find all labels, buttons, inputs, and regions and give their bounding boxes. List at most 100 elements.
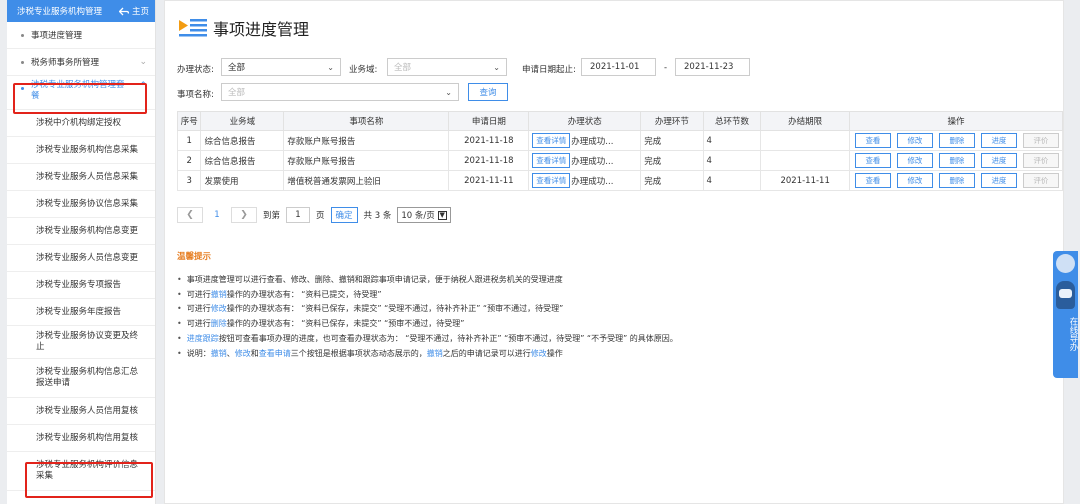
status-select[interactable]: 全部 ⌄ [221,58,341,76]
chevron-left-icon[interactable]: ❮ [177,207,203,223]
edit-button[interactable]: 修改 [896,153,933,168]
column-header: 申请日期 [448,111,530,131]
home-link[interactable]: 主页 [118,5,149,17]
online-guide-widget[interactable]: 在线导办 [1053,251,1078,378]
sidebar-subitem[interactable]: 涉税专业服务机构信息汇总报送申请 [7,359,155,398]
evaluate-button[interactable]: 评价 [1022,153,1059,168]
item-name-select[interactable]: 全部 ⌄ [221,83,459,101]
page-number[interactable]: 1 [209,210,225,220]
tip-line: 可进行撤销操作的办理状态有： “资料已提交，待受理” [177,287,678,302]
domain-select[interactable]: 全部 ⌄ [387,58,507,76]
date-separator: - [664,63,668,73]
cell-deadline [760,130,850,151]
goto-page-input[interactable]: 1 [286,207,311,223]
tip-keyword: 撤销 [210,289,227,299]
sidebar-item-label: 涉税专业服务机构管理套餐 [31,80,125,101]
delete-button[interactable]: 删除 [938,173,975,188]
progress-button[interactable]: 进度 [980,173,1017,188]
sidebar-subitem[interactable]: 涉税专业服务机构评价信息采集 [7,452,155,491]
sidebar-item-package[interactable]: 涉税专业服务机构管理套餐 ⌃ [7,76,155,110]
cell-status: 查看详情 办理成功... [528,130,642,151]
sidebar-subitem[interactable]: 涉税专业服务协议变更及终止 [7,326,155,359]
sidebar-item-progress[interactable]: 事项进度管理 [7,22,155,49]
tip-keyword: 修改 [530,348,547,358]
robot-face-icon [1059,289,1072,298]
tip-text: 操作的办理状态有： “资料已保存，未提交” “预审不通过，待受理” [226,319,465,329]
bullet-icon [21,87,24,90]
tip-text: 操作 [546,348,563,358]
tips-list: 事项进度管理可以进行查看、修改、删除、撤销和跟踪事项申请记录，便于纳税人跟进税务… [177,272,678,361]
sidebar-subitem[interactable]: 涉税专业服务年度报告 [7,299,155,326]
cell-name: 存款账户账号报告 [283,150,450,171]
column-header: 办理状态 [528,111,642,131]
sidebar-header-title: 涉税专业服务机构管理 [17,7,103,17]
tip-keyword: 进度跟踪 [186,334,219,344]
tip-keyword: 修改 [210,304,227,314]
sidebar-subitem[interactable]: 涉税专业服务机构信息变更 [7,218,155,245]
column-header: 业务域 [200,111,285,131]
confirm-button[interactable]: 确定 [330,207,358,223]
column-header: 操作 [848,111,1064,131]
date-range-label: 申请日期起止: [522,65,576,75]
page-title: 事项进度管理 [213,20,310,39]
tip-text: 操作的办理状态有： “资料已保存，未提交” “受理不通过，待补齐补正” “预审不… [226,304,564,314]
sidebar-subitem[interactable]: 涉税专业服务人员信息采集 [7,164,155,191]
status-text: 办理成功... [571,156,614,167]
sidebar-subitem[interactable]: 涉税专业服务机构信用复核 [7,425,155,452]
view-button[interactable]: 查看 [854,173,891,188]
delete-button[interactable]: 删除 [938,133,975,148]
cell-ops: 查看 修改 删除 进度 评价 [848,130,1064,151]
page-size-select[interactable]: 10 条/页 ▼ [397,207,451,223]
sidebar-subitem[interactable]: 涉税专业服务机构信息采集 [7,137,155,164]
date-to-input[interactable]: 2021-11-23 [675,58,750,76]
sidebar-subitem[interactable]: 涉税专业服务专项报告 [7,272,155,299]
edit-button[interactable]: 修改 [896,133,933,148]
sidebar-subitem[interactable]: 涉税专业服务人员信用复核 [7,398,155,425]
records-table: 序号 业务域 事项名称 申请日期 办理状态 办理环节 总环节数 办结期限 操作 … [176,111,1064,191]
tip-line: 说明：撤销、修改和查看申请三个按钮是根据事项状态动态展示的，撤销之后的申请记录可… [177,346,678,361]
cell-no: 1 [176,130,202,151]
item-name-label: 事项名称: [177,90,214,100]
status-text: 办理成功... [571,176,614,187]
progress-button[interactable]: 进度 [980,153,1017,168]
tip-text: 操作的办理状态有： “资料已提交，待受理” [226,289,382,299]
chevron-up-icon: ⌃ [139,81,147,91]
title-row: 事项进度管理 [177,15,309,41]
view-detail-button[interactable]: 查看详情 [532,173,571,188]
cell-date: 2021-11-18 [448,150,530,171]
tips-title: 温馨提示 [177,252,212,262]
tip-text: 可进行 [186,289,211,299]
goto-label: 到第 [263,211,281,221]
cell-status: 查看详情 办理成功... [528,150,642,171]
sidebar-subitem[interactable]: 涉税专业服务协议信息采集 [7,191,155,218]
query-button[interactable]: 查询 [468,83,508,101]
view-button[interactable]: 查看 [854,153,891,168]
column-header: 办结期限 [760,111,850,131]
cell-domain: 发票使用 [200,170,285,191]
view-detail-button[interactable]: 查看详情 [532,153,571,168]
delete-button[interactable]: 删除 [938,153,975,168]
cell-total: 4 [702,170,762,191]
tip-keyword: 查看申请 [258,348,291,358]
evaluate-button[interactable]: 评价 [1022,133,1059,148]
progress-button[interactable]: 进度 [980,133,1017,148]
chevron-down-icon: ⌄ [139,57,147,67]
list-icon [177,15,209,41]
cell-name: 增值税普通发票网上验旧 [283,170,450,191]
chevron-right-icon[interactable]: ❯ [231,207,257,223]
sidebar-subitem[interactable]: 涉税专业服务人员信息变更 [7,245,155,272]
cell-total: 4 [702,150,762,171]
tip-text: 可进行 [186,319,211,329]
cell-ops: 查看 修改 删除 进度 评价 [848,170,1064,191]
view-button[interactable]: 查看 [854,133,891,148]
sidebar-item-label: 事项进度管理 [31,31,83,41]
edit-button[interactable]: 修改 [896,173,933,188]
tip-line: 可进行修改操作的办理状态有： “资料已保存，未提交” “受理不通过，待补齐补正”… [177,302,678,317]
date-from-input[interactable]: 2021-11-01 [581,58,656,76]
sidebar-item-tax-firm[interactable]: 税务师事务所管理 ⌄ [7,49,155,76]
home-back-icon [118,7,129,15]
chevron-down-icon: ▼ [437,210,447,220]
evaluate-button[interactable]: 评价 [1022,173,1059,188]
view-detail-button[interactable]: 查看详情 [532,133,571,148]
sidebar-subitem[interactable]: 涉税中介机构绑定授权 [7,110,155,137]
